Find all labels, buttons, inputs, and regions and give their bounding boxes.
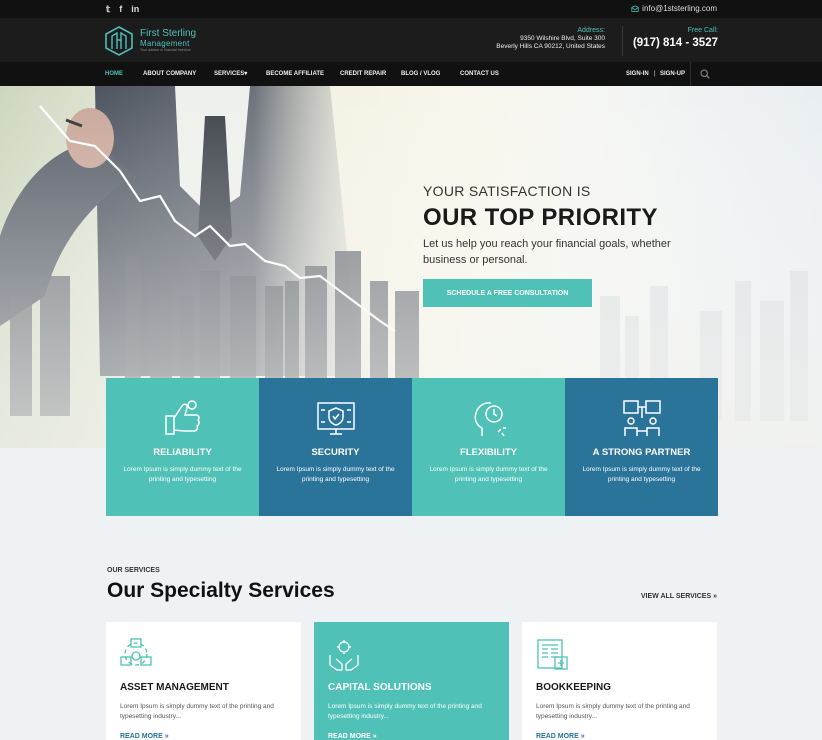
service-card-title: ASSET MANAGEMENT [120,682,229,693]
hands-gear-icon [329,640,359,671]
logo-tagline: Your advisor in financial freedom [140,48,191,52]
partners-icon [623,400,661,436]
service-card-asset-management[interactable]: ASSET MANAGEMENT Lorem Ipsum is simply d… [106,622,301,740]
head-clock-icon [474,402,506,437]
call-label: Free Call: [687,27,718,34]
services-title: Our Specialty Services [107,579,335,602]
social-links: 𝕥 f in [106,4,139,14]
feature-text: Lorem Ipsum is simply dummy text of the … [276,466,395,483]
hero-big-title: OUR TOP PRIORITY [423,204,658,231]
site-header: First Sterling Management Your advisor i… [0,18,822,62]
feature-title: FLEXIBILITY [460,447,517,458]
address-label: Address: [577,27,605,34]
linkedin-icon[interactable]: in [131,4,139,14]
logo-icon[interactable] [105,26,133,56]
thumbs-up-icon [165,400,200,435]
feature-flexibility[interactable]: FLEXIBILITY Lorem Ipsum is simply dummy … [412,378,565,516]
facebook-icon[interactable]: f [119,4,122,14]
sign-in-link[interactable]: SIGN-IN [626,70,649,78]
address-line-2: Beverly Hills CA 90212, United States [496,43,605,50]
nav-services[interactable]: SERVICES▾ [214,70,247,78]
feature-text: Lorem Ipsum is simply dummy text of the … [429,466,548,483]
mail-icon [631,4,639,12]
header-divider [622,26,623,56]
address-block: Address: 9350 Wilshire Blvd, Suite 300 B… [480,27,605,51]
main-nav: HOME ABOUT COMPANY SERVICES▾ BECOME AFFI… [0,62,822,86]
feature-title: SECURITY [311,447,360,458]
nav-separator: | [654,71,656,77]
services-label: OUR SERVICES [107,567,160,574]
service-card-text: Lorem Ipsum is simply dummy text of the … [536,703,690,720]
email-text: info@1ststerling.com [642,4,717,13]
nav-credit-repair[interactable]: CREDIT REPAIR [340,70,386,78]
service-card-title: BOOKKEEPING [536,682,612,693]
nav-contact-us[interactable]: CONTACT US [460,70,499,78]
phone-number[interactable]: (917) 814 - 3527 [630,35,718,51]
service-card-bookkeeping[interactable]: BOOKKEEPING Lorem Ipsum is simply dummy … [522,622,717,740]
address-line-1: 9350 Wilshire Blvd, Suite 300 [520,35,605,42]
service-card-capital-solutions[interactable]: CAPITAL SOLUTIONS Lorem Ipsum is simply … [314,622,509,740]
top-bar: 𝕥 f in info@1ststerling.com [0,0,822,18]
search-button[interactable] [690,62,718,86]
service-card-text: Lorem Ipsum is simply dummy text of the … [120,703,274,720]
read-more-link[interactable]: READ MORE » [328,732,377,740]
feature-text: Lorem Ipsum is simply dummy text of the … [582,466,701,483]
hero-subtitle: Let us help you reach your financial goa… [423,238,671,266]
feature-title: RELIABILITY [153,447,212,458]
nav-become-affiliate[interactable]: BECOME AFFILIATE [266,70,324,78]
logo-name: First Sterling [140,28,197,39]
search-icon [699,69,710,79]
read-more-link[interactable]: READ MORE » [536,732,585,740]
feature-title: A STRONG PARTNER [592,447,691,458]
logo-text[interactable]: First Sterling Management Your advisor i… [140,29,196,53]
nav-about-company[interactable]: ABOUT COMPANY [143,70,196,78]
twitter-icon[interactable]: 𝕥 [106,4,110,14]
feature-security[interactable]: SECURITY Lorem Ipsum is simply dummy tex… [259,378,412,516]
ledger-icon [537,639,568,670]
feature-reliability[interactable]: RELIABILITY Lorem Ipsum is simply dummy … [106,378,259,516]
schedule-consultation-button[interactable]: SCHEDULE A FREE CONSULTATION [423,279,592,307]
shield-monitor-icon [317,402,355,435]
email-link[interactable]: info@1ststerling.com [631,4,717,13]
feature-boxes: RELIABILITY Lorem Ipsum is simply dummy … [106,378,718,516]
service-card-text: Lorem Ipsum is simply dummy text of the … [328,703,482,720]
nav-blog-vlog[interactable]: BLOG / VLOG [401,70,440,78]
sign-up-link[interactable]: SIGN-UP [660,70,685,78]
hero-small-title: YOUR SATISFACTION IS [423,183,591,199]
feature-text: Lorem Ipsum is simply dummy text of the … [123,466,242,483]
service-card-title: CAPITAL SOLUTIONS [328,682,432,693]
logo-name-2: Management [140,39,190,48]
read-more-link[interactable]: READ MORE » [120,732,169,740]
view-all-services-link[interactable]: VIEW ALL SERVICES » [641,592,717,601]
call-block: Free Call: (917) 814 - 3527 [630,27,718,51]
feature-strong-partner[interactable]: A STRONG PARTNER Lorem Ipsum is simply d… [565,378,718,516]
asset-cycle-icon [120,638,152,666]
nav-home[interactable]: HOME [105,70,123,78]
